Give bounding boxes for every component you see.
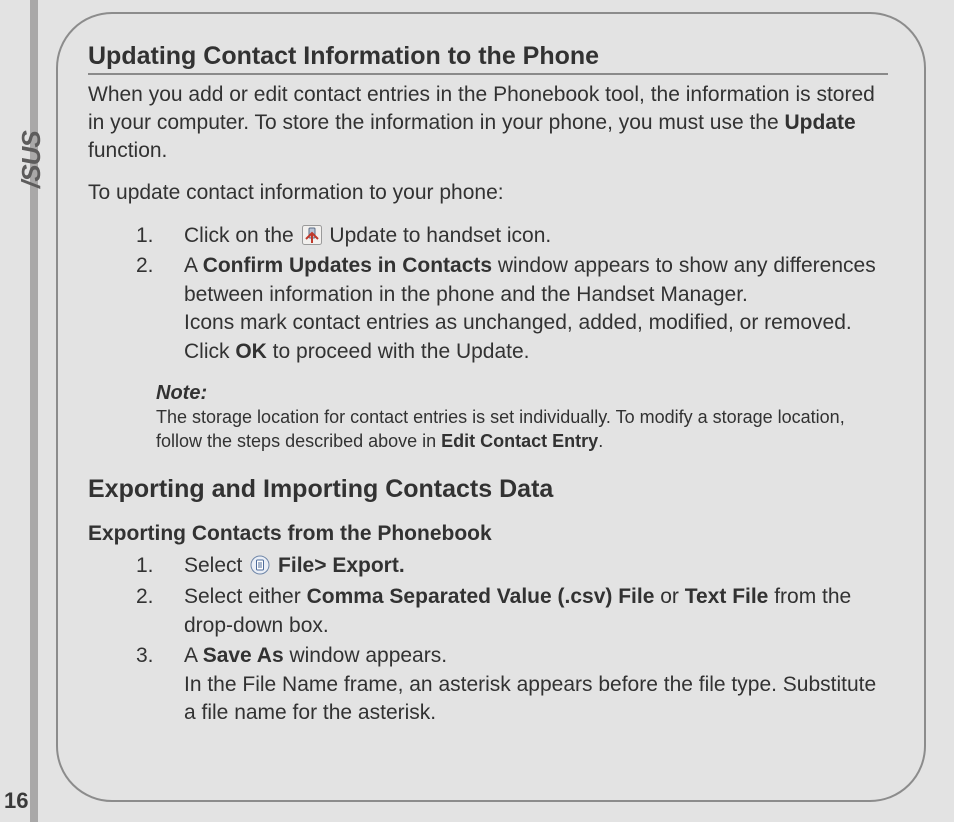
text: In the File Name frame, an asterisk appe… (184, 671, 888, 728)
text-bold: Comma Separated Value (.csv) File (307, 585, 655, 608)
text-bold: File> Export. (278, 554, 405, 577)
text-bold: OK (235, 340, 267, 363)
text: . (598, 431, 603, 451)
text: Select (184, 554, 248, 577)
lead-paragraph: To update contact information to your ph… (88, 179, 888, 207)
text-bold: Edit Contact Entry (441, 431, 598, 451)
text: Click on the (184, 224, 300, 247)
text-bold: Text File (685, 585, 769, 608)
text: or (654, 585, 684, 608)
list-number: 2. (136, 583, 184, 640)
text: Click (184, 340, 235, 363)
list-item: 2. A Confirm Updates in Contacts window … (136, 252, 888, 366)
text: to proceed with the Update. (267, 340, 530, 363)
section-heading-updating: Updating Contact Information to the Phon… (88, 42, 888, 75)
section-heading-exporting: Exporting and Importing Contacts Data (88, 475, 888, 504)
text: Update to handset icon. (329, 224, 551, 247)
list-number: 2. (136, 252, 184, 366)
list-item: 1. Click on the Update to handset icon. (136, 222, 888, 251)
text: window appears. (284, 644, 447, 667)
list-number: 1. (136, 222, 184, 251)
list-item: 2. Select either Comma Separated Value (… (136, 583, 888, 640)
page-number: 16 (4, 788, 28, 814)
text: Select either (184, 585, 307, 608)
side-band (30, 0, 38, 822)
intro-paragraph: When you add or edit contact entries in … (88, 81, 888, 165)
update-steps-list: 1. Click on the Update to handset icon. … (136, 222, 888, 367)
text: A (184, 644, 203, 667)
note-label: Note: (156, 382, 888, 405)
text: Icons mark contact entries as unchanged,… (184, 309, 888, 338)
list-number: 1. (136, 552, 184, 581)
list-number: 3. (136, 642, 184, 728)
subsection-heading-exporting: Exporting Contacts from the Phonebook (88, 522, 888, 546)
list-item: 3. A Save As window appears. In the File… (136, 642, 888, 728)
text: A (184, 254, 203, 277)
brand-logo: /SUS (16, 131, 47, 188)
text: When you add or edit contact entries in … (88, 83, 875, 134)
update-to-handset-icon (302, 225, 322, 245)
list-item: 1. Select File> Export. (136, 552, 888, 581)
text: function. (88, 139, 167, 162)
content-card: Updating Contact Information to the Phon… (56, 12, 926, 802)
file-menu-icon (250, 555, 270, 575)
export-steps-list: 1. Select File> Export. 2. Selec (136, 552, 888, 727)
note-block: Note: The storage location for contact e… (156, 382, 888, 453)
text-bold: Save As (203, 644, 284, 667)
text-bold: Update (785, 111, 856, 134)
text-bold: Confirm Updates in Contacts (203, 254, 492, 277)
